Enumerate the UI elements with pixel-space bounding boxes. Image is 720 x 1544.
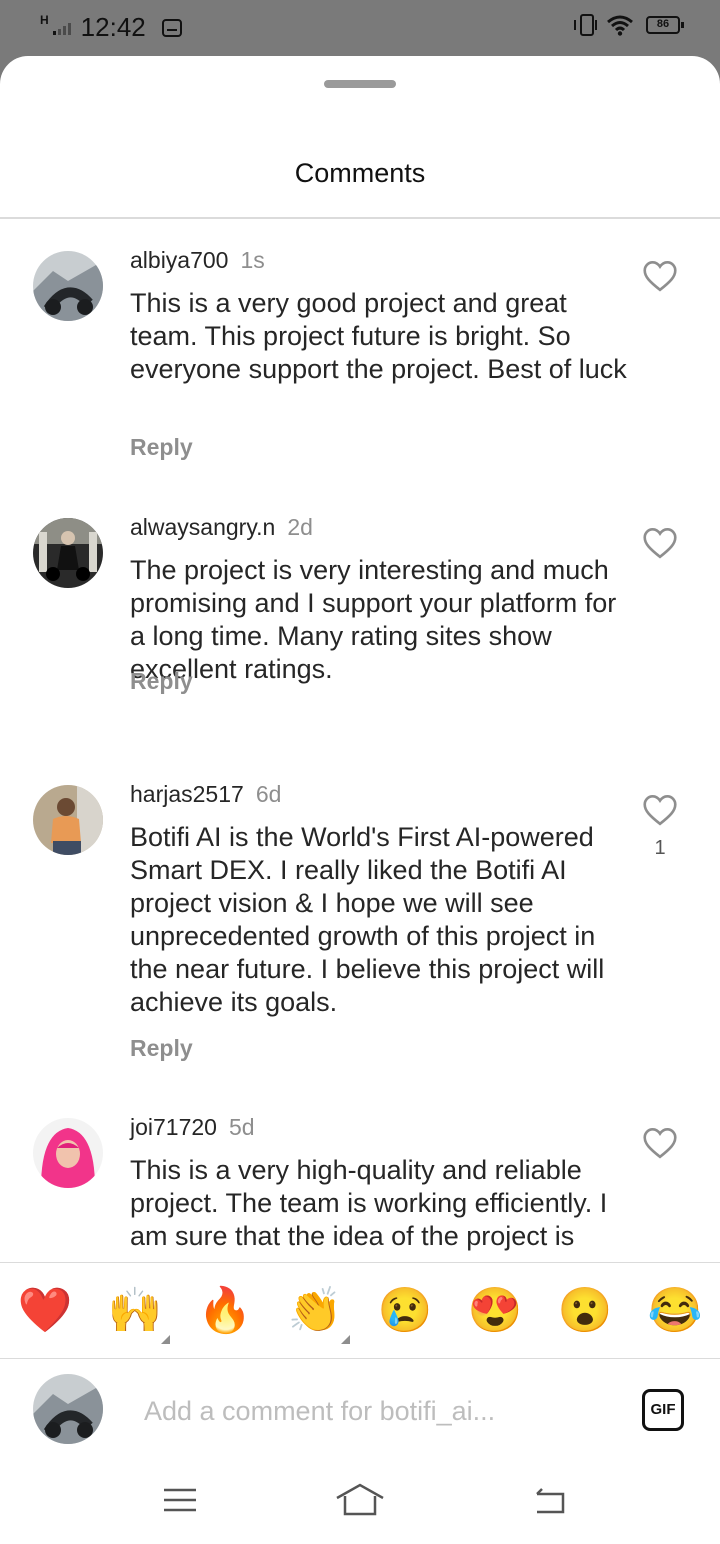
wifi-icon (607, 15, 633, 36)
status-bar: H 12:42 86 (0, 0, 720, 56)
gif-button[interactable]: GIF (642, 1389, 684, 1431)
comment-item: joi71720 5d This is a very high-quality a… (0, 1086, 720, 1262)
avatar[interactable] (33, 518, 103, 588)
sheet-title: Comments (294, 158, 426, 188)
skin-tone-indicator-icon (341, 1335, 350, 1344)
reply-button[interactable]: Reply (130, 434, 193, 461)
emoji-heart[interactable]: ❤️ (15, 1285, 75, 1337)
like-heart-icon[interactable] (642, 794, 678, 826)
clock: 12:42 (80, 12, 146, 42)
comment-text: Botifi AI is the World's First AI-powere… (130, 822, 605, 1017)
signal-icon (52, 21, 71, 35)
comment-username[interactable]: harjas2517 (130, 781, 244, 807)
emoji-tears-of-joy[interactable]: 😂 (645, 1285, 705, 1337)
quick-emoji-bar: ❤️ 🙌 🔥 👏 😢 😍 😮 😂 (0, 1263, 720, 1358)
comment-timestamp: 5d (228, 1114, 255, 1140)
emoji-astonished-face[interactable]: 😮 (555, 1285, 615, 1337)
comment-timestamp: 6d (255, 781, 282, 807)
avatar[interactable] (33, 785, 103, 855)
message-notification-icon (161, 18, 182, 37)
emoji-crying-face[interactable]: 😢 (375, 1285, 435, 1337)
emoji-fire[interactable]: 🔥 (195, 1285, 255, 1337)
composer-avatar (33, 1374, 103, 1444)
comment-input[interactable] (128, 1386, 608, 1436)
comment-username[interactable]: alwaysangry.n (130, 514, 275, 540)
drag-handle[interactable] (324, 80, 396, 88)
menu-icon[interactable] (155, 1480, 205, 1520)
comment-text: The project is very interesting and much… (130, 555, 617, 684)
skin-tone-indicator-icon (161, 1335, 170, 1344)
comments-sheet: Comments albiya700 1s This is a very good… (0, 56, 720, 1544)
comment-timestamp: 2d (287, 514, 313, 540)
divider (0, 1358, 720, 1359)
emoji-heart-eyes[interactable]: 😍 (465, 1285, 525, 1337)
comment-username[interactable]: joi71720 (130, 1114, 217, 1140)
battery-icon: 86 (646, 16, 684, 34)
comment-text: This is a very high-quality and reliable… (130, 1155, 608, 1251)
avatar[interactable] (33, 251, 103, 321)
comment-item: harjas2517 6d Botifi AI is the World's Fi… (0, 753, 720, 1083)
comment-item: albiya700 1s This is a very good project … (0, 219, 720, 484)
network-type: H (40, 12, 49, 27)
like-heart-icon[interactable] (642, 527, 678, 559)
vibrate-icon (574, 14, 597, 36)
comment-item: alwaysangry.n 2d The project is very inte… (0, 486, 720, 751)
comments-list[interactable]: albiya700 1s This is a very good project … (0, 219, 720, 1262)
avatar[interactable] (33, 1118, 103, 1188)
reply-button[interactable]: Reply (130, 668, 193, 695)
emoji-raising-hands[interactable]: 🙌 (105, 1285, 165, 1337)
system-nav-bar (0, 1456, 720, 1544)
like-heart-icon[interactable] (642, 1127, 678, 1159)
reply-button[interactable]: Reply (130, 1035, 193, 1062)
home-icon[interactable] (335, 1480, 385, 1520)
like-heart-icon[interactable] (642, 260, 678, 292)
back-icon[interactable] (525, 1480, 575, 1520)
comment-timestamp: 1s (240, 247, 265, 273)
comment-username[interactable]: albiya700 (130, 247, 228, 273)
comment-text: This is a very good project and great te… (130, 288, 627, 384)
like-count: 1 (654, 837, 666, 859)
emoji-clapping-hands[interactable]: 👏 (285, 1285, 345, 1337)
